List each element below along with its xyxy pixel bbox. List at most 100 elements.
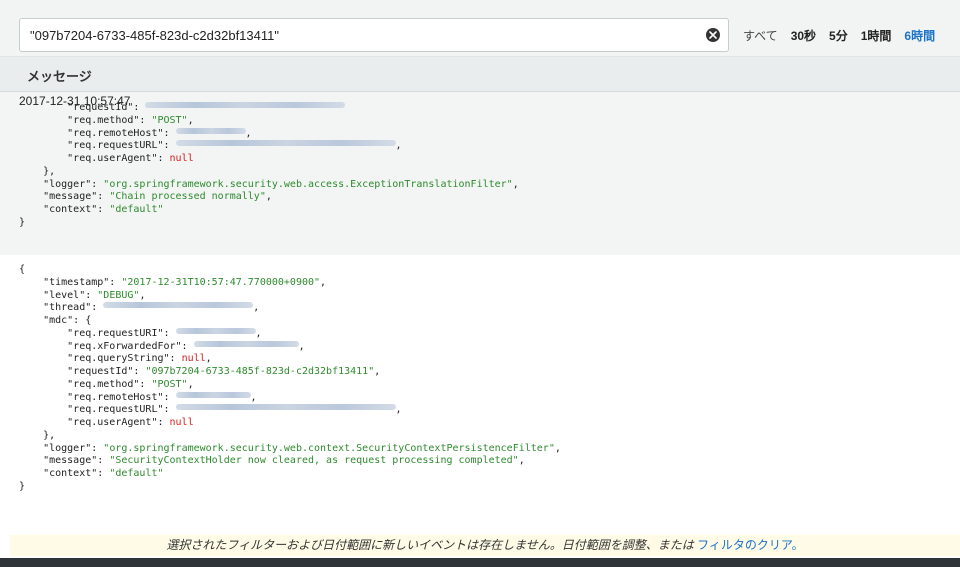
- json-line: "req.requestURL": ,: [19, 140, 519, 153]
- json-key: "requestId":: [19, 102, 146, 113]
- filter-search-input[interactable]: [20, 19, 700, 51]
- json-line: "context": "default": [19, 468, 561, 481]
- json-string: "DEBUG": [97, 289, 140, 301]
- json-key: "req.requestURI":: [19, 327, 176, 339]
- json-key: ,: [554, 442, 561, 454]
- clear-search-icon[interactable]: [706, 28, 720, 42]
- json-string: "default": [109, 468, 164, 479]
- json-key: "req.remoteHost":: [19, 127, 176, 139]
- json-key: ,: [255, 327, 262, 339]
- json-key: }: [19, 480, 26, 492]
- search-box: [19, 18, 729, 52]
- json-key: ,: [265, 191, 272, 203]
- redacted-value: [175, 391, 251, 398]
- json-string: "SecurityContextHolder now cleared, as r…: [109, 455, 519, 467]
- json-key: ,: [512, 178, 519, 190]
- json-key: "logger":: [19, 442, 104, 454]
- json-line: },: [19, 430, 561, 443]
- json-line: "req.method": "POST",: [19, 115, 519, 128]
- filter-bar: すべて 30秒 5分 1時間 6時間: [0, 0, 960, 57]
- json-line: "req.requestURI": ,: [19, 327, 561, 341]
- json-null: null: [169, 417, 194, 428]
- json-key: "logger":: [19, 178, 104, 190]
- json-line: "req.userAgent": null: [19, 153, 519, 166]
- json-string: "Chain processed normally": [109, 191, 266, 203]
- time-range-30s[interactable]: 30秒: [791, 27, 816, 44]
- json-string: "2017-12-31T10:57:47.770000+0900": [121, 276, 321, 288]
- json-line: "requestId":: [19, 102, 519, 115]
- json-key: }: [19, 216, 26, 228]
- time-range-6h[interactable]: 6時間: [904, 27, 935, 44]
- log-event-expanded[interactable]: 2017-12-31 10:57:47 "requestId": "req.me…: [0, 92, 960, 255]
- json-string: "097b7204-6733-485f-823d-c2d32bf13411": [145, 366, 375, 377]
- json-key: "message":: [19, 191, 110, 203]
- messages-header-label: メッセージ: [27, 69, 92, 84]
- redacted-value: [175, 404, 396, 411]
- json-key: "req.userAgent":: [19, 417, 170, 428]
- json-key: ,: [139, 289, 146, 301]
- json-key: "req.requestURL":: [19, 140, 176, 152]
- time-range-selector: すべて 30秒 5分 1時間 6時間: [743, 18, 948, 52]
- json-key: "context":: [19, 468, 110, 479]
- json-key: "req.xForwardedFor":: [19, 340, 194, 352]
- json-line: },: [19, 166, 519, 179]
- json-key: "requestId":: [19, 366, 146, 377]
- json-line: "level": "DEBUG",: [19, 290, 561, 303]
- json-key: ,: [374, 366, 381, 377]
- time-range-5m[interactable]: 5分: [829, 27, 848, 44]
- json-key: ,: [395, 140, 402, 152]
- json-key: "timestamp":: [19, 276, 122, 288]
- json-line: "requestId": "097b7204-6733-485f-823d-c2…: [19, 366, 561, 379]
- json-line: "logger": "org.springframework.security.…: [19, 443, 561, 456]
- json-line: "context": "default": [19, 204, 519, 217]
- event-json-body: { "timestamp": "2017-12-31T10:57:47.7700…: [19, 264, 561, 494]
- json-key: },: [19, 165, 56, 177]
- json-line: "req.remoteHost": ,: [19, 391, 561, 405]
- json-key: ,: [205, 353, 212, 365]
- time-range-1h[interactable]: 1時間: [861, 27, 892, 44]
- json-key: "message":: [19, 455, 110, 467]
- json-line: "req.requestURL": ,: [19, 404, 561, 417]
- json-line: "req.remoteHost": ,: [19, 127, 519, 141]
- redacted-value: [175, 127, 246, 134]
- json-key: ,: [395, 404, 402, 416]
- json-key: },: [19, 429, 56, 441]
- json-line: "mdc": {: [19, 315, 561, 328]
- json-key: "req.userAgent":: [19, 153, 170, 164]
- json-key: {: [19, 264, 26, 275]
- json-key: ,: [298, 340, 305, 352]
- json-null: null: [169, 153, 194, 164]
- json-key: "mdc": {: [19, 315, 92, 326]
- json-key: ,: [187, 378, 194, 390]
- json-key: "context":: [19, 204, 110, 215]
- json-line: "timestamp": "2017-12-31T10:57:47.770000…: [19, 277, 561, 290]
- json-line: "message": "SecurityContextHolder now cl…: [19, 455, 561, 468]
- time-range-all[interactable]: すべて: [743, 27, 778, 44]
- redacted-value: [145, 102, 346, 108]
- json-line: }: [19, 217, 519, 230]
- json-key: "req.queryString":: [19, 353, 182, 365]
- log-event-json[interactable]: { "timestamp": "2017-12-31T10:57:47.7700…: [0, 256, 960, 531]
- redacted-value: [175, 140, 396, 147]
- json-null: null: [181, 353, 206, 365]
- json-line: "thread": ,: [19, 302, 561, 315]
- json-line: {: [19, 264, 561, 277]
- bottom-bar: [0, 558, 960, 567]
- json-string: "default": [109, 204, 164, 215]
- redacted-value: [175, 327, 256, 334]
- json-key: ,: [245, 127, 252, 139]
- json-line: }: [19, 481, 561, 494]
- json-key: "thread":: [19, 302, 104, 314]
- json-line: "req.method": "POST",: [19, 379, 561, 392]
- json-key: "level":: [19, 289, 98, 301]
- redacted-value: [193, 340, 299, 347]
- json-string: "org.springframework.security.web.contex…: [103, 442, 555, 454]
- clear-filter-link[interactable]: フィルタのクリア。: [697, 538, 804, 552]
- json-key: "req.remoteHost":: [19, 391, 176, 403]
- json-key: "req.method":: [19, 114, 152, 126]
- json-key: "req.method":: [19, 378, 152, 390]
- json-key: ,: [250, 391, 257, 403]
- messages-column-header: メッセージ: [0, 57, 960, 92]
- no-new-events-notice: 選択されたフィルターおよび日付範囲に新しいイベントは存在しません。日付範囲を調整…: [10, 535, 960, 556]
- event-json-body: "requestId": "req.method": "POST", "req.…: [19, 102, 519, 230]
